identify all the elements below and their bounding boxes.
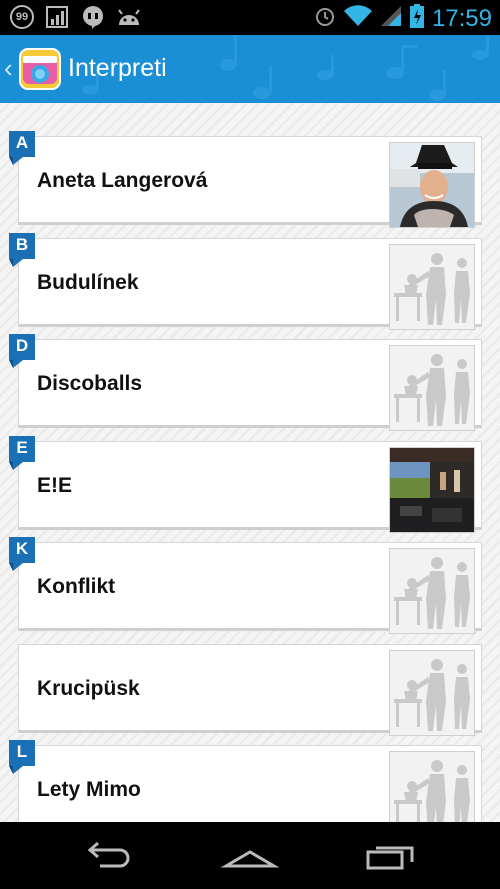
artist-list-item[interactable]: Budulínek xyxy=(18,237,482,330)
back-icon[interactable] xyxy=(80,840,140,872)
artist-list-item[interactable]: Discoballs xyxy=(18,339,482,431)
android-icon xyxy=(116,5,142,29)
artist-thumbnail xyxy=(389,142,475,228)
artist-name: Krucipüsk xyxy=(37,676,140,700)
placeholder-silhouette-icon xyxy=(390,244,474,329)
cell-signal-icon xyxy=(380,5,402,32)
section-letter-badge: A xyxy=(9,131,42,165)
section-letter: K xyxy=(15,539,29,558)
artist-list-item[interactable]: Krucipüsk xyxy=(18,643,482,736)
action-bar: ‹ Interpreti xyxy=(0,35,500,103)
artist-thumbnail xyxy=(389,345,475,431)
section-letter: L xyxy=(16,742,28,761)
section-letter: D xyxy=(15,336,29,355)
placeholder-silhouette-icon xyxy=(390,650,474,735)
artist-name: Budulínek xyxy=(37,270,139,294)
section-letter-badge: L xyxy=(9,740,42,774)
section-letter: B xyxy=(15,234,29,254)
artist-list-item[interactable]: Lety Mimo xyxy=(18,745,482,822)
artist-thumbnail xyxy=(389,649,475,736)
section-letter-badge: E xyxy=(9,435,42,470)
status-bar: 99 17:59 xyxy=(0,0,500,35)
artist-list[interactable]: Aneta Langerová A Budulínek B Discoballs D E!E… xyxy=(0,103,500,822)
artist-list-item[interactable]: Konflikt xyxy=(18,542,482,634)
artist-photo xyxy=(390,447,474,532)
placeholder-silhouette-icon xyxy=(390,549,474,633)
section-letter: A xyxy=(15,133,29,152)
battery-charging-icon xyxy=(409,4,424,33)
page-title: Interpreti xyxy=(68,54,167,82)
artist-thumbnail xyxy=(389,548,475,634)
home-icon[interactable] xyxy=(220,840,280,872)
app-logo[interactable] xyxy=(19,48,61,90)
placeholder-silhouette-icon xyxy=(390,752,474,822)
wifi-icon xyxy=(343,5,372,32)
navigation-bar xyxy=(0,822,500,889)
placeholder-silhouette-icon xyxy=(390,346,474,430)
artist-name: Lety Mimo xyxy=(37,778,141,801)
artist-thumbnail xyxy=(389,751,475,822)
recent-apps-icon[interactable] xyxy=(360,840,420,872)
section-letter-badge: B xyxy=(9,232,42,267)
section-letter-badge: D xyxy=(9,334,42,368)
clock-time: 17:59 xyxy=(431,4,492,32)
alarm-icon xyxy=(314,5,336,32)
artist-name: Aneta Langerová xyxy=(37,169,208,192)
artist-name: E!E xyxy=(37,473,73,497)
artist-thumbnail xyxy=(389,446,475,533)
signal-bars-icon xyxy=(44,5,70,29)
artist-name: Discoballs xyxy=(37,372,143,395)
section-letter: E xyxy=(16,437,28,457)
artist-thumbnail xyxy=(389,243,475,330)
notification-count-icon: 99 xyxy=(10,5,34,29)
up-navigation-chevron-icon[interactable]: ‹ xyxy=(4,53,13,84)
section-letter-badge: K xyxy=(9,537,42,571)
artist-list-item[interactable]: E!E xyxy=(18,440,482,533)
artist-name: Konflikt xyxy=(37,575,116,598)
artist-photo xyxy=(390,143,474,227)
artist-list-item[interactable]: Aneta Langerová xyxy=(18,136,482,228)
chat-bubble-icon xyxy=(80,5,106,29)
